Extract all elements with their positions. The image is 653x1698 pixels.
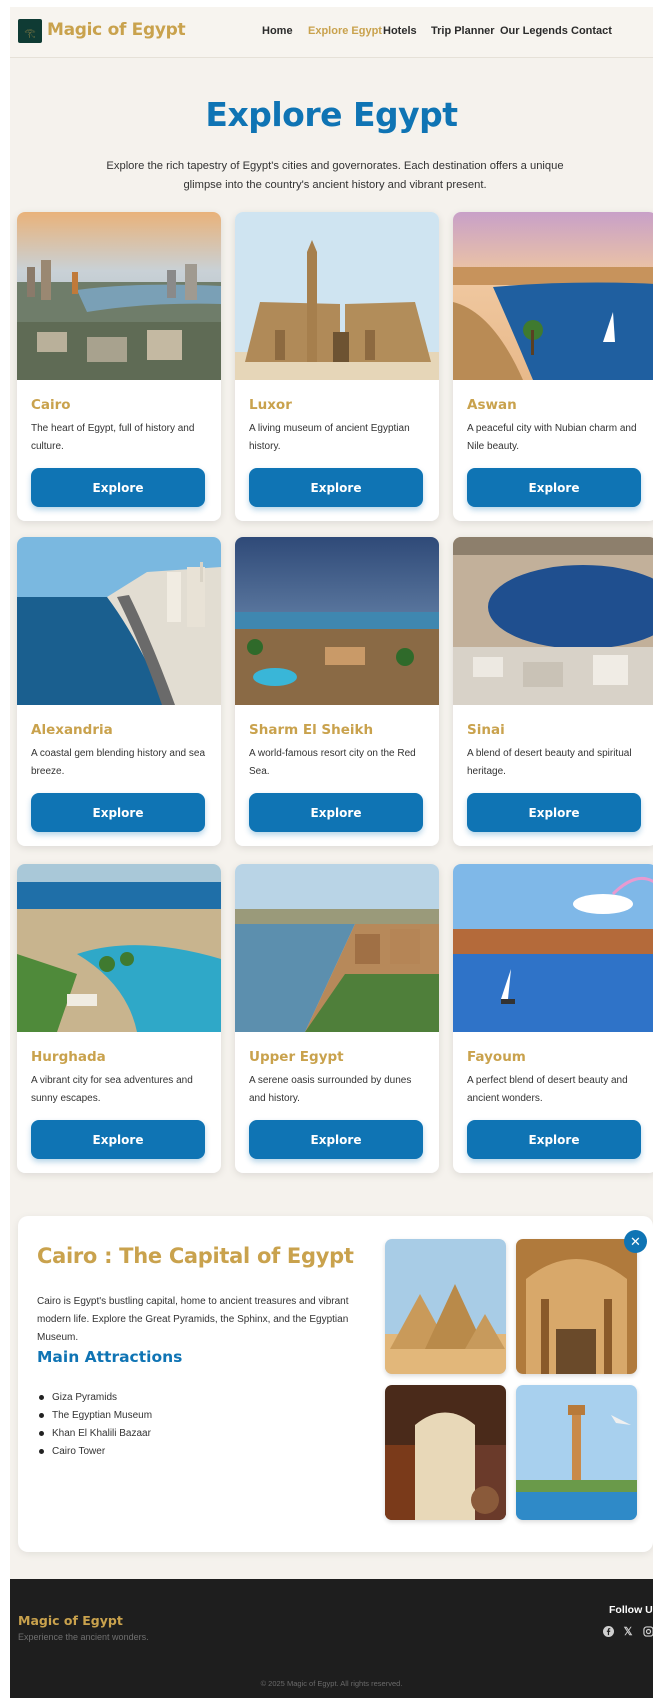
card-description: A blend of desert beauty and spiritual h… <box>467 748 632 777</box>
luxor-image <box>235 212 439 380</box>
footer-tagline: Experience the ancient wonders. <box>18 1632 149 1642</box>
hurghada-image <box>17 864 221 1032</box>
card-title: Aswan <box>467 397 517 413</box>
destination-card-fayoum: Fayoum A perfect blend of desert beauty … <box>453 864 653 1173</box>
attractions-heading: Main Attractions <box>37 1348 183 1366</box>
gallery-image-egyptian-museum[interactable] <box>516 1239 637 1374</box>
nav-links: Home Explore Egypt Hotels Trip Planner O… <box>10 7 653 58</box>
card-title: Sharm El Sheikh <box>249 722 374 738</box>
gallery-image-pyramids[interactable] <box>385 1239 506 1374</box>
card-title: Luxor <box>249 397 292 413</box>
destination-card-sharm-el-sheikh: Sharm El Sheikh A world-famous resort ci… <box>235 537 439 846</box>
upper-egypt-image <box>235 864 439 1032</box>
gallery-image-cairo-tower[interactable] <box>516 1385 637 1520</box>
gallery-image-khan-el-khalili[interactable] <box>385 1385 506 1520</box>
follow-us-heading: Follow Us <box>609 1604 653 1616</box>
explore-alexandria-button[interactable]: Explore <box>31 793 205 832</box>
card-title: Fayoum <box>467 1049 526 1065</box>
aswan-image <box>453 212 653 380</box>
alexandria-image <box>17 537 221 705</box>
destination-card-upper-egypt: Upper Egypt A serene oasis surrounded by… <box>235 864 439 1173</box>
destination-card-hurghada: Hurghada A vibrant city for sea adventur… <box>17 864 221 1173</box>
explore-fayoum-button[interactable]: Explore <box>467 1120 641 1159</box>
page-subtitle: Explore the rich tapestry of Egypt's cit… <box>106 160 564 191</box>
card-description: A perfect blend of desert beauty and anc… <box>467 1075 628 1104</box>
card-title: Hurghada <box>31 1049 106 1065</box>
list-item: Khan El Khalili Bazaar <box>37 1425 152 1443</box>
copyright-text: © 2025 Magic of Egypt. All rights reserv… <box>260 1679 403 1688</box>
facebook-icon[interactable] <box>601 1624 615 1638</box>
destination-card-sinai: Sinai A blend of desert beauty and spiri… <box>453 537 653 846</box>
explore-sharm-el-sheikh-button[interactable]: Explore <box>249 793 423 832</box>
card-description: A coastal gem blending history and sea b… <box>31 748 205 777</box>
fayoum-image <box>453 864 653 1032</box>
destination-detail-panel: Cairo : The Capital of Egypt Cairo is Eg… <box>18 1216 653 1552</box>
detail-description: Cairo is Egypt's bustling capital, home … <box>37 1296 349 1343</box>
card-description: A world-famous resort city on the Red Se… <box>249 748 416 777</box>
card-title: Cairo <box>31 397 71 413</box>
nav-our-legends[interactable]: Our Legends <box>500 25 568 37</box>
explore-upper-egypt-button[interactable]: Explore <box>249 1120 423 1159</box>
page-title: Explore Egypt <box>205 95 458 134</box>
nav-home[interactable]: Home <box>262 25 293 37</box>
nav-trip-planner[interactable]: Trip Planner <box>431 25 495 37</box>
instagram-icon[interactable] <box>641 1624 653 1638</box>
x-icon[interactable]: 𝕏 <box>621 1624 635 1638</box>
attractions-list: Giza Pyramids The Egyptian Museum Khan E… <box>37 1389 152 1461</box>
card-description: A peaceful city with Nubian charm and Ni… <box>467 423 637 452</box>
footer: Magic of Egypt Experience the ancient wo… <box>10 1579 653 1698</box>
card-description: A vibrant city for sea adventures and su… <box>31 1075 193 1104</box>
destination-card-alexandria: Alexandria A coastal gem blending histor… <box>17 537 221 846</box>
card-title: Sinai <box>467 722 505 738</box>
list-item: Giza Pyramids <box>37 1389 152 1407</box>
nav-explore-egypt[interactable]: Explore Egypt <box>308 25 382 37</box>
page: 𓂀 Magic of Egypt Home Explore Egypt Hote… <box>10 7 653 1698</box>
explore-hurghada-button[interactable]: Explore <box>31 1120 205 1159</box>
card-description: The heart of Egypt, full of history and … <box>31 423 195 452</box>
list-item: The Egyptian Museum <box>37 1407 152 1425</box>
cairo-image <box>17 212 221 380</box>
explore-cairo-button[interactable]: Explore <box>31 468 205 507</box>
card-title: Alexandria <box>31 722 113 738</box>
destination-card-aswan: Aswan A peaceful city with Nubian charm … <box>453 212 653 521</box>
explore-aswan-button[interactable]: Explore <box>467 468 641 507</box>
destination-card-cairo: Cairo The heart of Egypt, full of histor… <box>17 212 221 521</box>
footer-brand: Magic of Egypt <box>18 1613 123 1628</box>
card-description: A serene oasis surrounded by dunes and h… <box>249 1075 412 1104</box>
sharm-el-sheikh-image <box>235 537 439 705</box>
nav-hotels[interactable]: Hotels <box>383 25 417 37</box>
card-title: Upper Egypt <box>249 1049 344 1065</box>
nav-contact[interactable]: Contact <box>571 25 612 37</box>
list-item: Cairo Tower <box>37 1443 152 1461</box>
top-nav: 𓂀 Magic of Egypt Home Explore Egypt Hote… <box>10 7 653 58</box>
close-icon[interactable]: ✕ <box>624 1230 647 1253</box>
card-description: A living museum of ancient Egyptian hist… <box>249 423 410 452</box>
destination-card-luxor: Luxor A living museum of ancient Egyptia… <box>235 212 439 521</box>
detail-title: Cairo : The Capital of Egypt <box>37 1244 354 1268</box>
sinai-image <box>453 537 653 705</box>
explore-sinai-button[interactable]: Explore <box>467 793 641 832</box>
explore-luxor-button[interactable]: Explore <box>249 468 423 507</box>
